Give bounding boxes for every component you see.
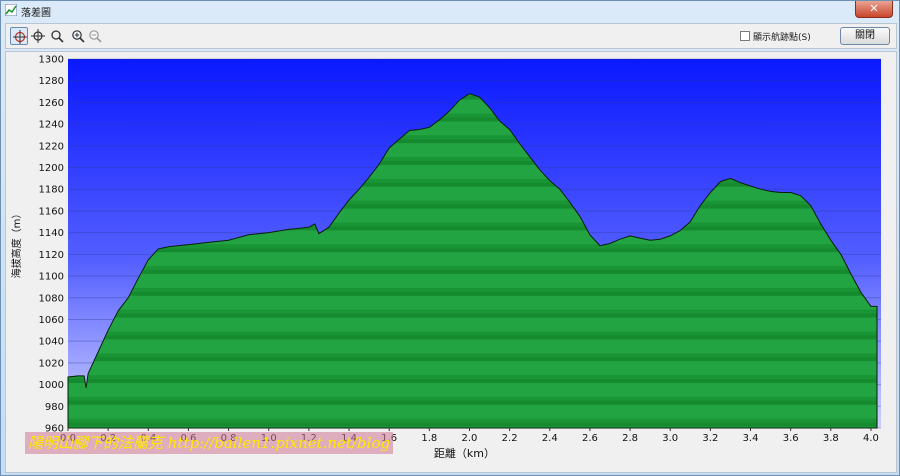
title-bar[interactable]: 落差圖 ✕ — [1, 1, 899, 21]
x-tick-label: 2.8 — [622, 433, 638, 444]
y-tick-label: 1300 — [39, 55, 64, 66]
y-tick-label: 1120 — [39, 250, 64, 261]
x-axis-label: 距離（km） — [434, 446, 495, 460]
zoom-out-icon[interactable] — [86, 27, 104, 45]
window-title: 落差圖 — [21, 8, 51, 19]
y-tick-label: 1080 — [39, 293, 64, 304]
y-tick-label: 1260 — [39, 98, 64, 109]
chart-panel: 960 980 1000 1020 1040 1060 1080 1100 1120 1140 11… — [5, 51, 897, 473]
y-tick-label: 1220 — [39, 141, 64, 152]
window-close-button[interactable]: ✕ — [855, 1, 893, 18]
y-tick-label: 1060 — [39, 315, 64, 326]
y-tick-label: 1160 — [39, 206, 64, 217]
zoom-in-icon[interactable] — [69, 27, 87, 45]
zoom-rect-icon[interactable] — [48, 27, 66, 45]
x-tick-label: 3.4 — [743, 433, 759, 444]
y-tick-label: 1040 — [39, 337, 64, 348]
x-tick-label: 2.6 — [582, 433, 598, 444]
y-axis-label: 海拔高度（m） — [10, 209, 23, 279]
y-tick-label: 1280 — [39, 76, 64, 87]
x-tick-label: 4.0 — [863, 433, 879, 444]
watermark: 陽明山腳下的法蘭克 http://ballen1.pixnet.net/blog — [25, 432, 394, 454]
y-tick-label: 1240 — [39, 120, 64, 131]
x-tick-label: 2.4 — [542, 433, 558, 444]
y-tick-label: 1100 — [39, 272, 64, 283]
y-axis: 9609801000102010401060108011001120114011… — [39, 55, 64, 435]
y-tick-label: 1200 — [39, 163, 64, 174]
show-track-points-checkbox[interactable] — [740, 31, 750, 41]
x-tick-label: 2.0 — [462, 433, 478, 444]
close-button[interactable]: 關閉 — [840, 27, 890, 45]
y-tick-label: 1180 — [39, 185, 64, 196]
x-tick-label: 3.0 — [662, 433, 678, 444]
x-tick-label: 3.6 — [783, 433, 799, 444]
crosshair-icon[interactable] — [29, 27, 47, 45]
y-tick-label: 980 — [45, 402, 64, 413]
elevation-chart[interactable]: 9609801000102010401060108011001120114011… — [6, 52, 896, 472]
y-tick-label: 1140 — [39, 228, 64, 239]
y-tick-label: 1020 — [39, 358, 64, 369]
show-track-points-label[interactable]: 顯示航跡點(S) — [753, 30, 811, 43]
elevation-profile-window: 落差圖 ✕ 顯示航跡點(S) 關閉 960 980 1000 1020 1040… — [0, 0, 900, 476]
toolbar: 顯示航跡點(S) 關閉 — [5, 23, 897, 49]
x-tick-label: 1.8 — [421, 433, 437, 444]
pan-crosshair-icon[interactable] — [10, 27, 28, 45]
x-tick-label: 2.2 — [502, 433, 518, 444]
chart-icon — [5, 4, 17, 16]
y-tick-label: 1000 — [39, 380, 64, 391]
x-tick-label: 3.8 — [823, 433, 839, 444]
x-tick-label: 3.2 — [702, 433, 718, 444]
